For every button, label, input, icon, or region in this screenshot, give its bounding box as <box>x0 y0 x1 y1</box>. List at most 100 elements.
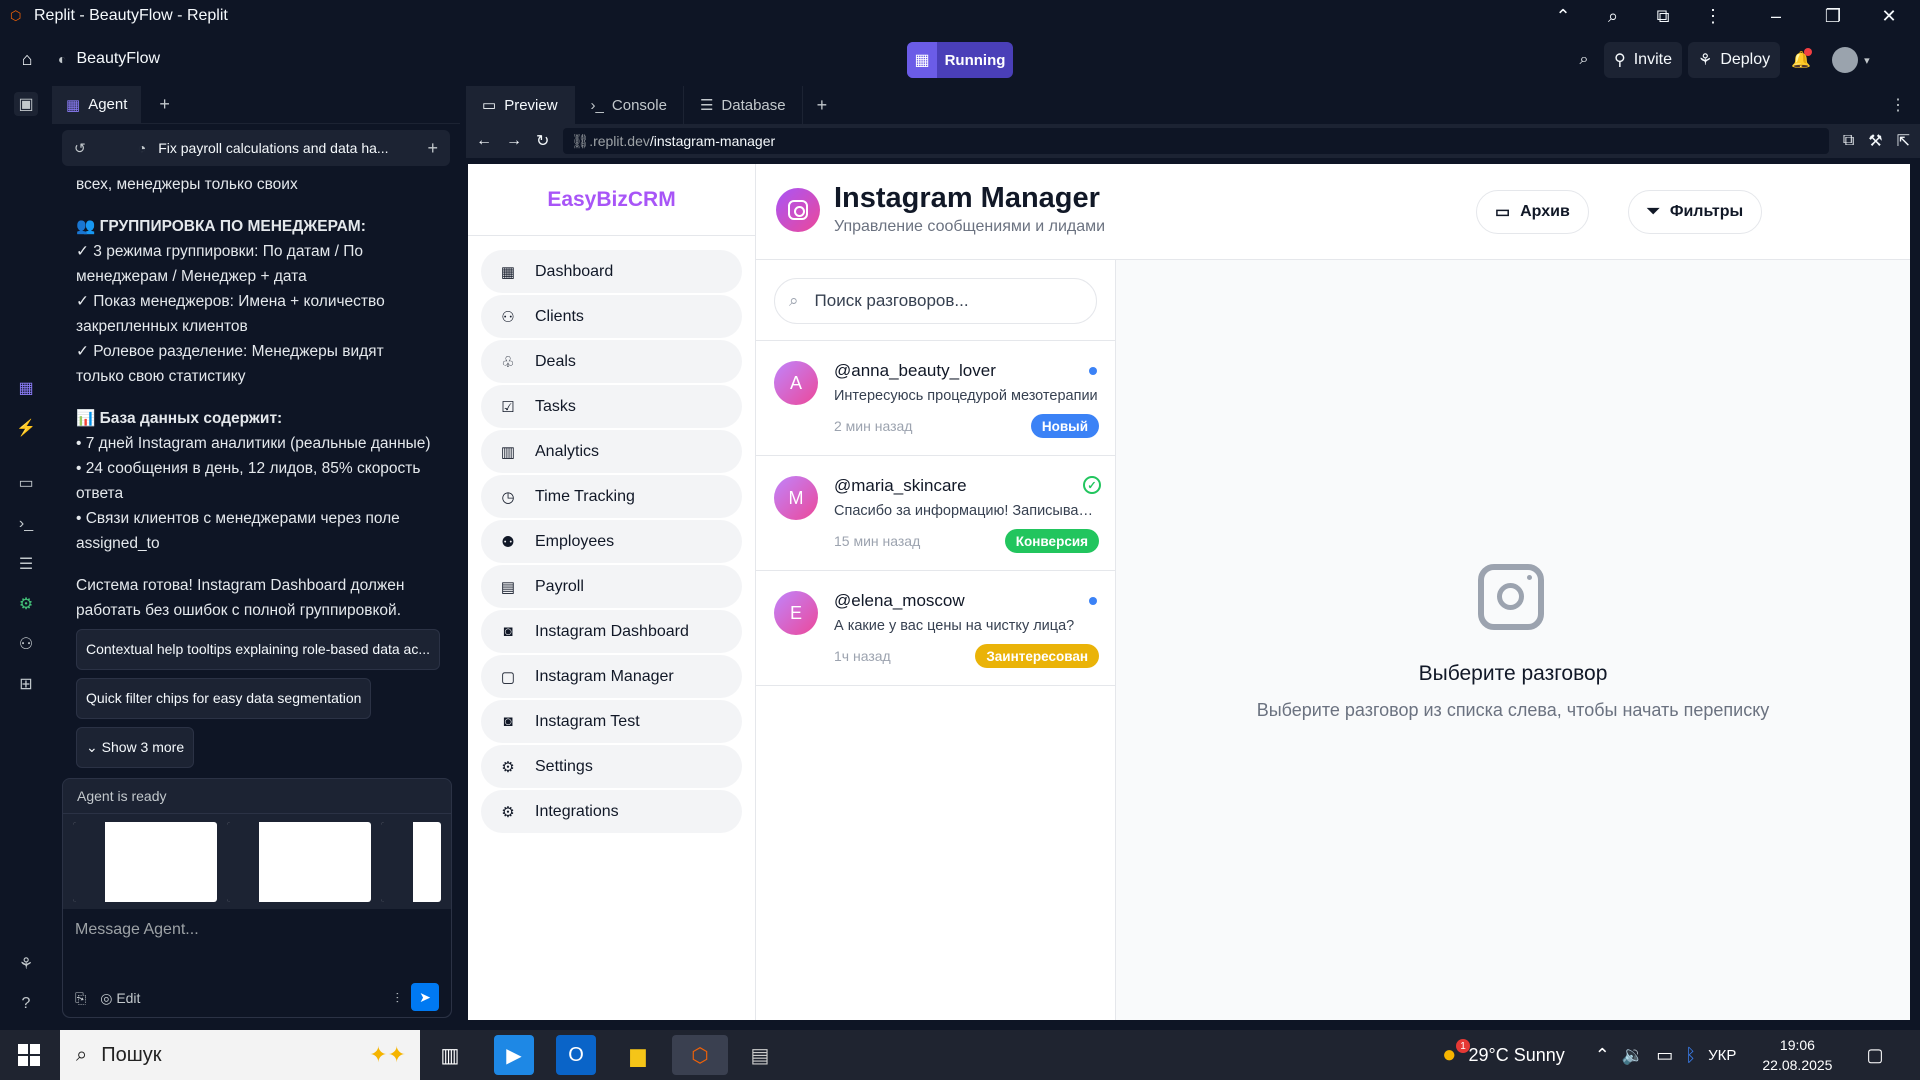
bluetooth-icon[interactable]: ᛒ <box>1685 1045 1696 1066</box>
nav-label: Instagram Dashboard <box>535 622 689 640</box>
replit-taskbar-icon[interactable]: ⬡ <box>672 1035 728 1075</box>
tab-database[interactable]: ☰ Database <box>684 86 803 124</box>
new-tab-plus-icon[interactable]: + <box>159 94 170 115</box>
maximize-button[interactable]: ❐ <box>1810 0 1856 32</box>
files-icon[interactable]: ▣ <box>14 92 38 116</box>
deploy-rail-icon[interactable]: ⚘ <box>14 952 38 976</box>
chevron-up-icon[interactable]: ⌃ <box>1595 1045 1610 1066</box>
outlook-icon[interactable]: O <box>556 1035 596 1075</box>
user-avatar[interactable] <box>1832 47 1859 73</box>
weather-text[interactable]: 29°C Sunny <box>1469 1045 1565 1066</box>
invite-button[interactable]: ⚲ Invite <box>1604 42 1682 78</box>
nav-payroll[interactable]: ▤ Payroll <box>481 565 742 608</box>
suggestion-chip[interactable]: Quick filter chips for easy data segment… <box>76 678 372 719</box>
show-more-button[interactable]: ⌄ Show 3 more <box>76 727 195 768</box>
history-icon[interactable]: ↺ <box>74 140 86 157</box>
task-view-icon[interactable]: ▥ <box>430 1035 470 1075</box>
console-icon[interactable]: ›_ <box>14 512 38 536</box>
minimize-button[interactable]: – <box>1753 0 1799 32</box>
session-bar[interactable]: ↺ ◔ Fix payroll calculations and data ha… <box>62 130 450 166</box>
tab-console[interactable]: ›_ Console <box>575 86 684 124</box>
zoom-icon[interactable]: ⌕ <box>1590 0 1636 32</box>
conversation-search-input[interactable]: ⌕ Поиск разговоров... <box>774 278 1097 324</box>
attach-icon[interactable]: ⎘ <box>75 990 86 1007</box>
notifications-bell-icon[interactable]: 🔔 <box>1786 48 1816 70</box>
preview-icon[interactable]: ▭ <box>14 471 38 495</box>
agent-icon[interactable]: ▦ <box>14 376 38 400</box>
nav-instagram-manager[interactable]: ▢ Instagram Manager <box>481 655 742 698</box>
home-icon[interactable]: ⌂ <box>14 46 40 72</box>
conversation-item[interactable]: E @elena_moscow А какие у вас цены на чи… <box>756 571 1115 686</box>
more-vertical-icon[interactable]: ⋮ <box>1890 95 1906 115</box>
all-tools-icon[interactable]: ⊞ <box>14 672 38 696</box>
bar-chart-icon: ▥ <box>500 443 516 461</box>
page-subtitle: Управление сообщениями и лидами <box>834 218 1106 235</box>
volume-icon[interactable]: 🔉 <box>1622 1045 1644 1066</box>
url-prefix: .replit.dev <box>589 133 650 149</box>
database-icon[interactable]: ☰ <box>14 552 38 576</box>
nav-analytics[interactable]: ▥ Analytics <box>481 430 742 473</box>
nav-integrations[interactable]: ⚙ Integrations <box>481 790 742 833</box>
nav-dashboard[interactable]: ▦ Dashboard <box>481 250 742 293</box>
users-icon[interactable]: ⚇ <box>14 632 38 656</box>
forward-arrow-icon[interactable]: → <box>506 132 522 150</box>
assistant-icon[interactable]: ⚡ <box>14 416 38 440</box>
devices-icon[interactable]: ⧉ <box>1843 132 1854 150</box>
tab-preview[interactable]: ▭ Preview <box>466 86 575 124</box>
notifications-center-icon[interactable]: ▢ <box>1866 1045 1883 1066</box>
nav-deals[interactable]: ♧ Deals <box>481 340 742 383</box>
filters-button[interactable]: ⏷ Фильтры <box>1628 190 1763 234</box>
project-switcher[interactable]: ◐ BeautyFlow <box>58 50 160 68</box>
open-external-icon[interactable]: ⇱ <box>1897 131 1910 151</box>
reload-icon[interactable]: ↻ <box>536 131 549 151</box>
settings-sliders-icon[interactable]: ⫶ <box>396 990 400 1007</box>
new-session-plus-icon[interactable]: + <box>427 138 438 159</box>
nav-time-tracking[interactable]: ◷ Time Tracking <box>481 475 742 518</box>
nav-instagram-test[interactable]: ◙ Instagram Test <box>481 700 742 743</box>
media-app-icon[interactable]: ▶ <box>494 1035 534 1075</box>
windows-start-icon[interactable] <box>18 1044 40 1066</box>
suggestion-chip[interactable]: Contextual help tooltips explaining role… <box>76 629 440 670</box>
conversation-item[interactable]: M @maria_skincare ✓ Спасибо за информаци… <box>756 456 1115 571</box>
send-button[interactable]: ➤ <box>411 983 439 1011</box>
back-arrow-icon[interactable]: ← <box>476 132 492 150</box>
session-title: Fix payroll calculations and data ha... <box>158 140 389 156</box>
nav-tasks[interactable]: ☑ Tasks <box>481 385 742 428</box>
url-field[interactable]: ⛓ .replit.dev /instagram-manager <box>563 128 1829 154</box>
nav-settings[interactable]: ⚙ Settings <box>481 745 742 788</box>
nav-instagram-dashboard[interactable]: ◙ Instagram Dashboard <box>481 610 742 653</box>
archive-label: Архив <box>1520 203 1570 220</box>
deploy-button[interactable]: ⚘ Deploy <box>1687 42 1781 78</box>
search-icon[interactable]: ⌕ <box>1570 51 1598 69</box>
conversation-item[interactable]: A @anna_beauty_lover Интересуюсь процеду… <box>756 341 1115 456</box>
chat-line: • Связи клиентов с менеджерами через пол… <box>76 510 400 527</box>
language-indicator[interactable]: УКР <box>1708 1047 1736 1064</box>
collapse-icon[interactable]: ⌃ <box>1540 0 1586 32</box>
archive-button[interactable]: ▭ Архив <box>1476 190 1589 234</box>
tools-icon[interactable]: ⚒ <box>1868 131 1882 151</box>
secrets-icon[interactable]: ⚙ <box>14 592 38 616</box>
more-vertical-icon[interactable]: ⋮ <box>1690 0 1736 32</box>
nav-clients[interactable]: ⚇ Clients <box>481 295 742 338</box>
message-input[interactable]: Message Agent... <box>75 921 439 939</box>
edit-button[interactable]: ◎ Edit <box>100 990 140 1007</box>
nav-employees[interactable]: ⚉ Employees <box>481 520 742 563</box>
file-explorer-icon[interactable]: ▆ <box>618 1035 658 1075</box>
app-taskbar-icon[interactable]: ▤ <box>740 1035 780 1075</box>
add-tab-plus-icon[interactable]: + <box>817 95 828 116</box>
close-window-button[interactable]: ✕ <box>1866 0 1912 32</box>
screenshot-thumbnail[interactable] <box>381 822 441 902</box>
tab-agent[interactable]: ▦ Agent <box>52 85 142 124</box>
taskbar-search[interactable]: ⌕ Пошук ✦✦ <box>60 1030 420 1080</box>
chat-line: 📊 База данных содержит: <box>76 410 283 427</box>
battery-icon[interactable]: ▭ <box>1656 1045 1673 1066</box>
avatar: M <box>774 476 818 520</box>
clock[interactable]: 19:06 22.08.2025 <box>1762 1035 1832 1075</box>
chevron-down-icon[interactable]: ▾ <box>1864 54 1870 67</box>
system-tray: ● 1 29°C Sunny ⌃ 🔉 ▭ ᛒ УКР 19:06 22.08.20… <box>1442 1030 1883 1080</box>
screenshot-thumbnail[interactable] <box>227 822 372 902</box>
extensions-icon[interactable]: ⧉ <box>1640 0 1686 32</box>
run-button[interactable]: ▦ Running <box>907 42 1013 78</box>
help-icon[interactable]: ? <box>14 992 38 1016</box>
screenshot-thumbnail[interactable] <box>73 822 218 902</box>
